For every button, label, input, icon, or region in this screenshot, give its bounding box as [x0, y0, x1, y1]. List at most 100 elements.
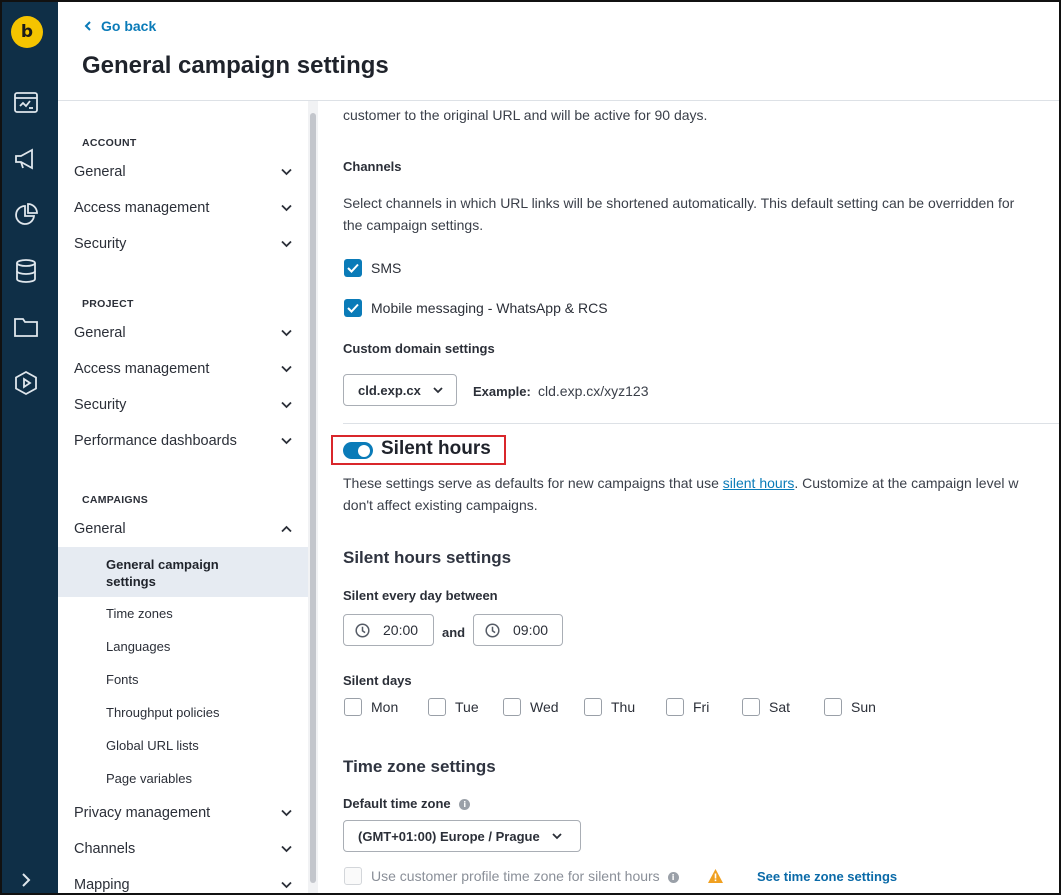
mobile-messaging-checkbox[interactable]	[344, 299, 362, 317]
scrollbar-thumb[interactable]	[310, 113, 316, 883]
chevron-down-icon	[281, 365, 292, 373]
database-icon[interactable]	[13, 258, 39, 284]
sidebar-subitem-global-url-lists[interactable]: Global URL lists	[106, 738, 199, 753]
silent-hours-link[interactable]: silent hours	[723, 475, 795, 491]
day-checkbox-tue[interactable]	[428, 698, 446, 716]
time-zone-settings-title: Time zone settings	[343, 757, 496, 776]
sidebar-subitem-throughput-policies[interactable]: Throughput policies	[106, 705, 219, 720]
chevron-down-icon	[552, 832, 562, 839]
and-label: and	[442, 625, 466, 640]
settings-sidebar: ACCOUNT General Access management Securi…	[58, 101, 308, 893]
info-icon[interactable]: i	[667, 871, 679, 883]
customer-profile-timezone-checkbox[interactable]	[344, 867, 362, 885]
sidebar-item-project-general[interactable]: General	[74, 320, 296, 346]
section-divider	[343, 423, 1059, 424]
sidebar-item-project-access[interactable]: Access management	[74, 356, 296, 382]
warning-icon	[708, 869, 723, 883]
silent-every-day-label: Silent every day between	[343, 588, 498, 603]
page-title: General campaign settings	[82, 52, 389, 79]
go-back-label: Go back	[101, 18, 157, 34]
end-time-input[interactable]: 09:00	[473, 614, 563, 646]
day-label-sun: Sun	[851, 699, 876, 715]
see-time-zone-settings-link[interactable]: See time zone settings	[757, 869, 897, 884]
nav-rail: b	[2, 2, 58, 893]
day-label-sat: Sat	[769, 699, 791, 715]
sidebar-scrollbar[interactable]	[308, 101, 318, 893]
toggle-knob	[358, 444, 370, 457]
silent-hours-title: Silent hours	[381, 438, 491, 459]
folder-icon[interactable]	[13, 314, 39, 340]
sidebar-subitem-languages[interactable]: Languages	[106, 639, 170, 654]
channels-description-line1: Select channels in which URL links will …	[343, 195, 1015, 211]
dashboard-icon[interactable]	[13, 90, 39, 116]
chevron-down-icon	[281, 809, 292, 817]
sidebar-item-channels[interactable]: Channels	[74, 836, 296, 862]
play-icon[interactable]	[13, 370, 39, 396]
custom-domain-title: Custom domain settings	[343, 341, 495, 356]
customer-profile-timezone-label: Use customer profile time zone for silen…	[371, 868, 679, 884]
silent-hours-settings-title: Silent hours settings	[343, 548, 512, 567]
sidebar-item-account-access[interactable]: Access management	[74, 195, 296, 221]
url-shortening-text: customer to the original URL and will be…	[343, 107, 708, 123]
sidebar-item-project-security[interactable]: Security	[74, 392, 296, 418]
day-checkbox-sun[interactable]	[824, 698, 842, 716]
sidebar-item-account-security[interactable]: Security	[74, 231, 296, 257]
sidebar-subitem-time-zones[interactable]: Time zones	[106, 606, 173, 621]
sidebar-item-campaigns-general[interactable]: General	[74, 516, 296, 542]
main-content: customer to the original URL and will be…	[318, 101, 1059, 893]
channels-description-line2: the campaign settings.	[343, 217, 484, 233]
sidebar-item-privacy-management[interactable]: Privacy management	[74, 800, 296, 826]
section-label-account: ACCOUNT	[82, 137, 137, 149]
sidebar-item-mapping[interactable]: Mapping	[74, 872, 296, 893]
day-checkbox-wed[interactable]	[503, 698, 521, 716]
day-label-thu: Thu	[611, 699, 636, 715]
checkmark-icon	[347, 303, 359, 313]
chevron-down-icon	[281, 240, 292, 248]
chevron-down-icon	[281, 437, 292, 445]
day-checkbox-sat[interactable]	[742, 698, 760, 716]
chevron-left-icon	[84, 21, 91, 31]
day-checkbox-fri[interactable]	[666, 698, 684, 716]
day-label-mon: Mon	[371, 699, 399, 715]
brand-logo[interactable]: b	[11, 16, 43, 48]
chevron-down-icon	[281, 204, 292, 212]
chevron-down-icon	[281, 881, 292, 889]
sidebar-subitem-fonts[interactable]: Fonts	[106, 672, 139, 687]
sidebar-subitem-page-variables[interactable]: Page variables	[106, 771, 192, 786]
day-label-tue: Tue	[455, 699, 479, 715]
expand-icon[interactable]	[16, 870, 36, 890]
sidebar-subitem-general-campaign-settings[interactable]: General campaign settings	[58, 547, 308, 597]
chevron-down-icon	[281, 401, 292, 409]
day-checkbox-thu[interactable]	[584, 698, 602, 716]
start-time-input[interactable]: 20:00	[343, 614, 434, 646]
time-zone-select[interactable]: (GMT+01:00) Europe / Prague	[343, 820, 581, 852]
mobile-messaging-label: Mobile messaging - WhatsApp & RCS	[371, 300, 608, 316]
silent-hours-description-line2: don't affect existing campaigns.	[343, 497, 538, 513]
example-label: Example:	[473, 384, 531, 399]
clock-icon	[355, 622, 370, 638]
app-window: b Go back General campaign settings ACCO…	[0, 0, 1061, 895]
megaphone-icon[interactable]	[13, 146, 39, 172]
silent-hours-toggle[interactable]	[343, 442, 373, 459]
sidebar-item-performance-dashboards[interactable]: Performance dashboards	[74, 428, 296, 454]
go-back-link[interactable]: Go back	[84, 18, 156, 34]
sms-checkbox[interactable]	[344, 259, 362, 277]
chevron-down-icon	[281, 329, 292, 337]
sidebar-item-account-general[interactable]: General	[74, 159, 296, 185]
day-checkbox-mon[interactable]	[344, 698, 362, 716]
custom-domain-select[interactable]: cld.exp.cx	[343, 374, 457, 406]
chevron-down-icon	[281, 168, 292, 176]
day-label-fri: Fri	[693, 699, 710, 715]
pie-chart-icon[interactable]	[13, 202, 39, 228]
sidebar-subitem-label: General campaign settings	[106, 557, 219, 589]
info-icon[interactable]: i	[459, 799, 471, 811]
sms-label: SMS	[371, 260, 402, 276]
channels-title: Channels	[343, 159, 402, 174]
section-label-campaigns: CAMPAIGNS	[82, 494, 149, 506]
default-time-zone-label: Default time zone i	[343, 796, 471, 811]
chevron-down-icon	[433, 386, 443, 393]
day-label-wed: Wed	[530, 699, 559, 715]
checkmark-icon	[347, 263, 359, 273]
clock-icon	[485, 622, 500, 638]
silent-days-label: Silent days	[343, 673, 412, 688]
